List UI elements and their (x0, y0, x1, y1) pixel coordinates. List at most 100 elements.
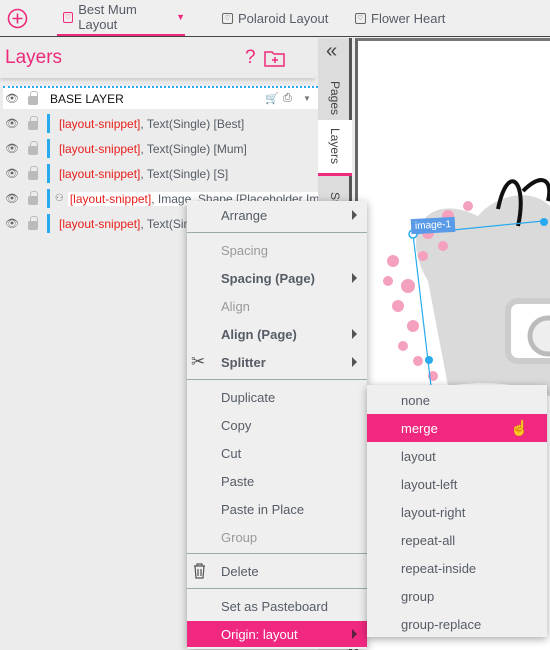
menu-item-spacing: Spacing (187, 236, 367, 264)
menu-item-group: Group (187, 523, 367, 551)
menu-label: Splitter (221, 354, 266, 370)
menu-label: merge (401, 420, 438, 436)
menu-item-copy[interactable]: Copy (187, 411, 367, 439)
selection-handle (425, 356, 433, 364)
layer-tag: [layout-snippet] (59, 166, 141, 181)
tab-flower-heart[interactable]: ♡ Flower Heart (355, 0, 445, 36)
menu-label: Paste in Place (221, 501, 305, 517)
eye-icon[interactable]: 👁 (5, 117, 19, 130)
layer-label: BASE LAYER (50, 91, 124, 106)
menu-item-set-as-pasteboard[interactable]: Set as Pasteboard (187, 592, 367, 620)
menu-item-arrange[interactable]: Arrange (187, 201, 367, 229)
menu-label: Spacing (Page) (221, 270, 315, 286)
caret-down-icon[interactable]: ▼ (176, 12, 185, 22)
tab-label: Flower Heart (371, 10, 446, 26)
folder-plus-icon[interactable] (264, 50, 286, 67)
menu-item-align: Align (187, 292, 367, 320)
base-layer-row[interactable]: 👁 BASE LAYER 🛒 ⎙ ▼ (3, 86, 318, 109)
submenu-item-layout[interactable]: layout (367, 442, 547, 470)
lock-icon[interactable] (28, 166, 38, 180)
layer-desc: , Text(Single) [S] (140, 166, 229, 181)
chevron-right-icon (352, 329, 357, 339)
eye-icon[interactable]: 👁 (5, 217, 19, 230)
menu-label: Duplicate (221, 389, 276, 405)
layer-row[interactable]: 👁 [layout-snippet], Text(Single) [Mum] (0, 136, 318, 161)
menu-item-paste-in-place[interactable]: Paste in Place (187, 495, 367, 523)
tab-polaroid-layout[interactable]: ♡ Polaroid Layout (222, 0, 328, 36)
layer-tag: [layout-snippet] (69, 191, 152, 206)
lock-icon[interactable] (28, 216, 38, 230)
submenu-item-layout-left[interactable]: layout-left (367, 470, 547, 498)
menu-item-spacing-page[interactable]: Spacing (Page) (187, 264, 367, 292)
menu-item-splitter[interactable]: ✂ Splitter (187, 348, 367, 376)
lock-icon[interactable] (27, 191, 38, 205)
layer-tag: [layout-snippet] (59, 116, 141, 131)
chevron-right-icon (352, 357, 357, 367)
eye-icon[interactable]: 👁 (5, 167, 19, 180)
menu-label: Set as Pasteboard (221, 598, 328, 614)
plus-circle-icon[interactable] (7, 8, 28, 29)
origin-submenu: none merge ☝ layout layout-left layout-ri… (367, 385, 547, 637)
layout-icon: ♡ (355, 12, 366, 24)
tab-layers[interactable]: Layers (318, 120, 352, 176)
menu-label: repeat-all (401, 532, 456, 548)
collapse-icon[interactable]: « (326, 40, 337, 63)
menu-label: repeat-inside (401, 560, 477, 576)
top-bar: ♡ Best Mum Layout ▼ ♡ Polaroid Layout ♡ Flow… (0, 0, 550, 37)
menu-label: Group (221, 529, 258, 545)
menu-label: none (401, 392, 430, 408)
scissors-icon: ✂ (191, 352, 206, 371)
eye-icon[interactable]: 👁 (5, 192, 19, 205)
menu-item-cut[interactable]: Cut (187, 439, 367, 467)
menu-item-paste[interactable]: Paste (187, 467, 367, 495)
menu-label: layout-left (401, 476, 458, 492)
submenu-item-repeat-inside[interactable]: repeat-inside (367, 554, 547, 582)
context-menu: Arrange Spacing Spacing (Page) Align Ali… (187, 201, 367, 649)
panel-title: Layers (5, 47, 63, 68)
submenu-item-group[interactable]: group (367, 582, 547, 610)
menu-label: Cut (221, 445, 242, 461)
submenu-item-layout-right[interactable]: layout-right (367, 498, 547, 526)
cart-icon[interactable]: 🛒 (265, 92, 279, 105)
caret-down-icon[interactable]: ▼ (303, 94, 311, 103)
tab-pages[interactable]: Pages (318, 76, 352, 121)
menu-label: Spacing (221, 242, 268, 258)
layer-desc: , Text(Single) [Mum] (140, 141, 247, 156)
layout-icon: ♡ (222, 12, 233, 24)
menu-item-origin[interactable]: Origin: layout (187, 621, 367, 647)
menu-label: layout (401, 448, 436, 464)
submenu-item-repeat-all[interactable]: repeat-all (367, 526, 547, 554)
lock-icon[interactable] (28, 141, 38, 155)
hand-cursor-icon: ☝ (510, 420, 529, 437)
selection-label: image-1 (410, 216, 456, 235)
menu-item-duplicate[interactable]: Duplicate (187, 383, 367, 411)
menu-label: Arrange (221, 207, 268, 223)
lock-icon[interactable] (28, 91, 38, 105)
menu-item-align-page[interactable]: Align (Page) (187, 320, 367, 348)
chevron-right-icon (352, 629, 357, 639)
tab-label: Polaroid Layout (238, 10, 329, 26)
selection-handle (540, 218, 548, 226)
menu-label: Delete (221, 563, 259, 579)
submenu-item-none[interactable]: none (367, 386, 547, 414)
menu-label: Copy (221, 417, 252, 433)
layer-row[interactable]: 👁 [layout-snippet], Text(Single) [S] (0, 161, 318, 186)
menu-item-delete[interactable]: Delete (187, 557, 367, 585)
lock-icon[interactable] (28, 116, 38, 130)
menu-label: group-replace (401, 616, 482, 632)
eye-icon[interactable]: 👁 (5, 92, 19, 105)
layer-desc: , Text(Single) [Best] (140, 116, 245, 131)
eye-icon[interactable]: 👁 (5, 142, 19, 155)
layer-tag: [layout-snippet] (59, 141, 141, 156)
chevron-right-icon (352, 273, 357, 283)
submenu-item-merge[interactable]: merge ☝ (367, 414, 547, 442)
submenu-item-group-replace[interactable]: group-replace (367, 610, 547, 638)
menu-label: Align (221, 298, 250, 314)
layer-tag: [layout-snippet] (59, 216, 141, 231)
menu-label: Align (Page) (221, 326, 297, 342)
print-icon[interactable]: ⎙ (283, 92, 292, 105)
menu-label: layout-right (401, 504, 466, 520)
tab-best-mum-layout[interactable]: ♡ Best Mum Layout ▼ (57, 0, 185, 36)
question-icon[interactable]: ? (245, 47, 256, 69)
layer-row[interactable]: 👁 [layout-snippet], Text(Single) [Best] (0, 111, 318, 136)
